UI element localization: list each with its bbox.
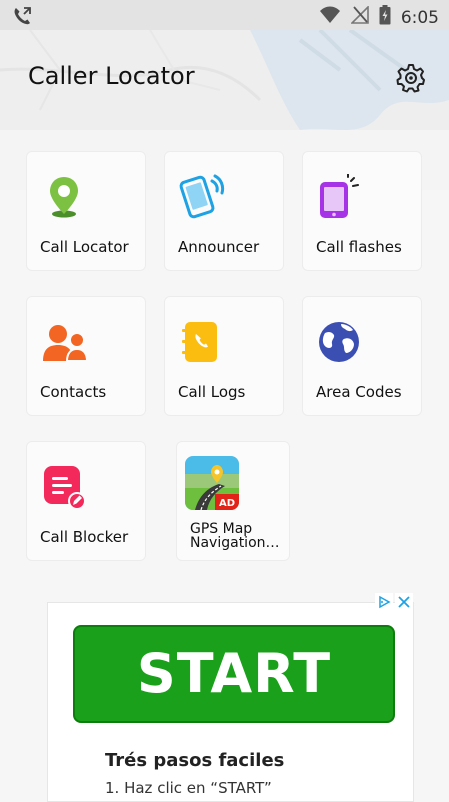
tile-label: Call Blocker [40,528,129,546]
ad-badge: AD [219,498,235,509]
clock: 6:05 [400,7,439,28]
tablet-flash-icon [317,173,363,220]
status-bar: 6:05 [0,0,449,30]
wifi-icon [319,6,341,29]
close-icon[interactable] [395,593,413,611]
tile-label: Call flashes [316,238,402,256]
settings-button[interactable] [396,63,426,93]
tile-label: Area Codes [316,383,402,401]
no-signal-icon [349,5,369,29]
globe-icon [317,319,363,365]
tile-label: Call Logs [178,383,246,401]
app-title: Caller Locator [28,62,195,90]
phone-ringing-icon [179,174,225,220]
tile-announcer[interactable]: Announcer [164,151,284,271]
tile-call-flashes[interactable]: Call flashes [302,151,422,271]
call-logs-icon [179,319,225,365]
tile-area-codes[interactable]: Area Codes [302,296,422,416]
contacts-icon [41,319,89,365]
adchoices-icon[interactable] [375,593,393,611]
tile-call-locator[interactable]: Call Locator [26,151,146,271]
ad-step-1: 1. Haz clic en “START” [105,779,272,797]
location-pin-icon [41,174,87,220]
ad-heading: Trés pasos faciles [105,750,285,771]
tile-label: Announcer [178,238,260,256]
tile-label: Contacts [40,383,107,401]
tile-label-line2: Navigation… [190,535,280,551]
start-button[interactable]: START [73,625,395,723]
gear-icon [396,64,426,97]
tile-gps-map-navigation[interactable]: AD GPS Map Navigation… [176,441,290,561]
tile-label: GPS Map Navigation… [190,522,290,550]
tile-call-logs[interactable]: Call Logs [164,296,284,416]
ad-banner[interactable]: START Trés pasos faciles 1. Haz clic en … [47,593,414,802]
tile-contacts[interactable]: Contacts [26,296,146,416]
tile-call-blocker[interactable]: Call Blocker [26,441,146,561]
call-blocker-icon [41,464,87,510]
battery-charging-icon [379,5,391,30]
call-forwarding-icon [12,6,34,31]
tile-label: Call Locator [40,238,129,256]
gps-map-app-icon: AD [185,456,239,510]
